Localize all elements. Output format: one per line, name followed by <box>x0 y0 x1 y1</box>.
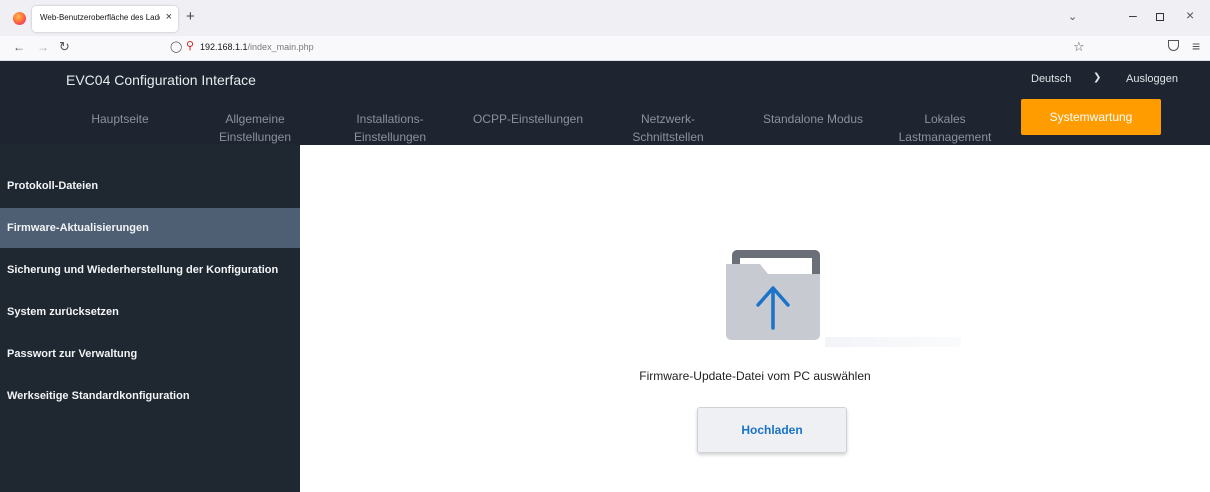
main-menu: Hauptseite Allgemeine Einstellungen Inst… <box>0 99 1210 145</box>
address-bar[interactable]: 192.168.1.1/index_main.php <box>200 42 314 52</box>
logout-link[interactable]: Ausloggen <box>1126 73 1178 85</box>
menu-item-line1: Lokales <box>924 112 966 126</box>
firefox-logo-icon <box>13 12 26 25</box>
bookmark-star-icon[interactable]: ☆ <box>1073 39 1085 55</box>
menu-item-line1: Installations- <box>356 112 424 126</box>
new-tab-button[interactable]: + <box>186 8 195 25</box>
sidebar-item-firmware-aktualisierungen[interactable]: Firmware-Aktualisierungen <box>0 208 300 248</box>
menu-item-line1: Standalone Modus <box>762 112 864 126</box>
chevron-down-icon[interactable]: ❯ <box>1093 72 1101 83</box>
url-host: 192.168.1.1 <box>200 42 248 52</box>
forward-arrow-icon[interactable]: → <box>37 40 49 54</box>
menu-item-line1: Hauptseite <box>91 112 149 126</box>
menu-item-line1: Allgemeine <box>225 112 285 126</box>
back-arrow-icon[interactable]: ← <box>13 40 25 54</box>
sidebar-item-sicherung-wiederherstellung[interactable]: Sicherung und Wiederherstellung der Konf… <box>0 250 300 290</box>
pocket-icon[interactable] <box>1168 40 1179 51</box>
main-content: Firmware-Update-Datei vom PC auswählen H… <box>300 145 1210 492</box>
menu-item-allgemeine-einstellungen[interactable]: Allgemeine Einstellungen <box>185 110 325 146</box>
upload-instruction: Firmware-Update-Datei vom PC auswählen <box>639 369 871 383</box>
menu-item-systemwartung[interactable]: Systemwartung <box>1021 99 1161 135</box>
hamburger-menu-icon[interactable]: ≡ <box>1192 38 1200 54</box>
sidebar-item-protokoll-dateien[interactable]: Protokoll-Dateien <box>0 166 300 206</box>
menu-item-installations-einstellungen[interactable]: Installations- Einstellungen <box>320 110 460 146</box>
list-tabs-icon[interactable]: ⌄ <box>1068 10 1077 23</box>
menu-item-netzwerk-schnittstellen[interactable]: Netzwerk- Schnittstellen <box>598 110 738 146</box>
reload-icon[interactable]: ↻ <box>59 39 70 55</box>
menu-item-ocpp-einstellungen[interactable]: OCPP-Einstellungen <box>458 110 598 128</box>
minimize-icon[interactable]: – <box>1129 7 1137 23</box>
menu-item-lokales-lastmanagement[interactable]: Lokales Lastmanagement <box>875 110 1015 146</box>
browser-tab[interactable]: Web-Benutzeroberfläche des Ladeg × <box>32 6 178 32</box>
browser-tab-bar: Web-Benutzeroberfläche des Ladeg × + ⌄ –… <box>0 0 1210 36</box>
sidebar-item-werkseitige-standardkonfiguration[interactable]: Werkseitige Standardkonfiguration <box>0 376 300 416</box>
file-drop-hint <box>825 337 961 347</box>
url-path: /index_main.php <box>247 42 314 52</box>
window-close-icon[interactable]: × <box>1186 7 1194 23</box>
menu-item-line2: Lastmanagement <box>898 130 992 144</box>
menu-item-line2: Einstellungen <box>218 130 292 144</box>
app-header: EVC04 Configuration Interface Deutsch ❯ … <box>0 61 1210 99</box>
menu-item-line2: Einstellungen <box>353 130 427 144</box>
sidebar-item-passwort-verwaltung[interactable]: Passwort zur Verwaltung <box>0 334 300 374</box>
folder-upload-icon[interactable] <box>724 250 824 340</box>
menu-item-standalone-modus[interactable]: Standalone Modus <box>743 110 883 128</box>
sidebar: Protokoll-Dateien Firmware-Aktualisierun… <box>0 145 300 492</box>
sidebar-item-system-zuruecksetzen[interactable]: System zurücksetzen <box>0 292 300 332</box>
menu-item-hauptseite[interactable]: Hauptseite <box>50 110 190 128</box>
language-select[interactable]: Deutsch <box>1031 73 1071 85</box>
menu-item-line1: OCPP-Einstellungen <box>472 112 584 126</box>
browser-nav-bar: ← → ↻ ◯ ⚲ 192.168.1.1/index_main.php ☆ ≡ <box>0 36 1210 61</box>
browser-tab-title: Web-Benutzeroberfläche des Ladeg <box>40 13 160 22</box>
restore-window-icon[interactable] <box>1156 13 1164 21</box>
insecure-lock-icon[interactable]: ⚲ <box>186 39 194 52</box>
menu-item-line1: Netzwerk- <box>640 112 695 126</box>
menu-item-line2: Schnittstellen <box>632 130 704 144</box>
app-title: EVC04 Configuration Interface <box>66 72 256 88</box>
tracking-shield-icon[interactable]: ◯ <box>170 40 182 53</box>
menu-item-line1: Systemwartung <box>1049 110 1133 124</box>
tab-close-icon[interactable]: × <box>166 11 172 23</box>
upload-button[interactable]: Hochladen <box>697 407 847 453</box>
